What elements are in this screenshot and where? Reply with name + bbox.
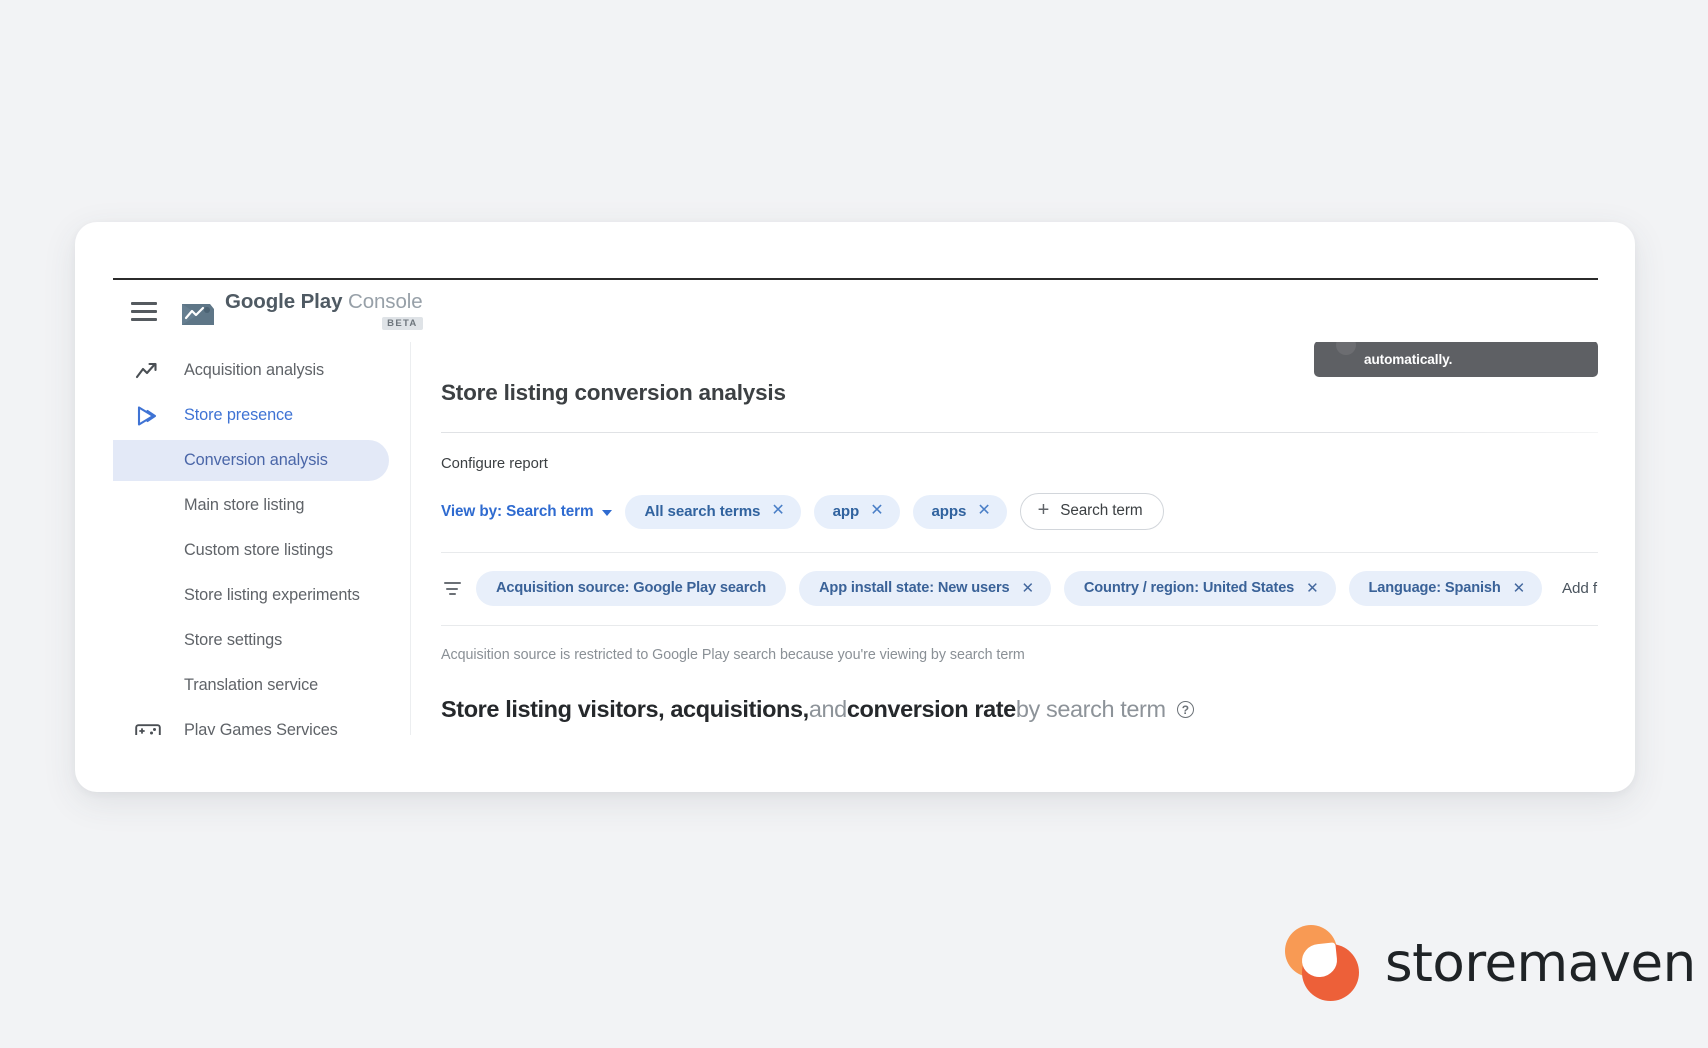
hamburger-menu-icon[interactable] <box>131 301 157 321</box>
close-icon[interactable]: ✕ <box>1021 581 1034 596</box>
term-chip-app[interactable]: app ✕ <box>813 494 900 529</box>
add-search-term-button[interactable]: + Search term <box>1019 493 1165 530</box>
close-icon[interactable]: ✕ <box>1306 581 1319 596</box>
play-triangle-icon <box>135 405 161 427</box>
filter-chip-app-install-state[interactable]: App install state: New users ✕ <box>799 571 1051 606</box>
google-play-console-logo[interactable]: Google Play Console BETA <box>180 290 423 330</box>
snackbar-tooltip: automatically. <box>1314 342 1598 377</box>
add-search-term-label: Search term <box>1060 502 1143 519</box>
sidebar-item-store-listing-experiments[interactable]: Store listing experiments <box>113 575 410 616</box>
sidebar-item-store-settings[interactable]: Store settings <box>113 620 410 661</box>
close-icon[interactable]: ✕ <box>771 503 784 519</box>
filter-chip-language[interactable]: Language: Spanish ✕ <box>1348 571 1543 606</box>
heading-part-3: conversion rate <box>846 696 1016 722</box>
snackbar-decoration-icon <box>1336 342 1356 355</box>
view-by-row: View by: Search term All search terms ✕ … <box>411 472 1598 530</box>
term-chip-all-search-terms[interactable]: All search terms ✕ <box>625 494 801 529</box>
main-content: automatically. Store listing conversion … <box>411 342 1598 735</box>
view-by-label: View by: Search term <box>441 502 594 520</box>
filter-chip-label: Country / region: United States <box>1083 580 1295 596</box>
trend-up-icon <box>135 360 161 382</box>
sidebar-item-label: Store listing experiments <box>184 586 360 604</box>
sidebar-item-custom-store-listings[interactable]: Custom store listings <box>113 530 410 571</box>
sidebar-item-label: Store settings <box>184 631 283 649</box>
plus-icon: + <box>1037 499 1050 521</box>
chip-label: apps <box>931 502 967 520</box>
sidebar-item-acquisition-analysis[interactable]: Acquisition analysis <box>113 350 410 391</box>
storemaven-circles-icon <box>1283 925 1359 1001</box>
beta-badge: BETA <box>382 316 423 330</box>
close-icon[interactable]: ✕ <box>1513 581 1526 596</box>
close-icon[interactable]: ✕ <box>977 503 990 519</box>
sidebar-item-label: Play Games Services <box>184 721 338 735</box>
storemaven-wordmark: storemaven <box>1385 932 1696 994</box>
filter-chip-label: Language: Spanish <box>1368 580 1501 596</box>
add-filter-button[interactable]: Add filter <box>1555 580 1598 597</box>
chip-label: All search terms <box>644 502 761 520</box>
brand-primary: Google Play <box>225 290 343 313</box>
brand-secondary: Console <box>348 290 423 313</box>
sidebar-item-store-presence[interactable]: Store presence <box>113 395 410 436</box>
filters-row: Acquisition source: Google Play search A… <box>411 553 1598 606</box>
help-circle-icon[interactable]: ? <box>1176 701 1194 718</box>
filter-chip-label: App install state: New users <box>819 580 1010 596</box>
sidebar-item-conversion-analysis[interactable]: Conversion analysis <box>113 440 389 481</box>
sidebar-item-translation-service[interactable]: Translation service <box>113 665 410 706</box>
chevron-down-icon <box>602 509 613 516</box>
close-icon[interactable]: ✕ <box>870 503 883 519</box>
heading-part-4: by search term <box>1015 696 1166 722</box>
snackbar-text: automatically. <box>1364 351 1453 367</box>
sidebar-item-play-games-services[interactable]: Play Games Services <box>113 710 410 735</box>
gamepad-icon <box>135 720 161 735</box>
sidebar: Acquisition analysis Store presence Conv… <box>113 342 411 735</box>
google-play-console-window: Google Play Console BETA Acquisition ana… <box>113 278 1598 735</box>
brand-wordmark: Google Play Console BETA <box>225 290 423 330</box>
sidebar-item-label: Custom store listings <box>184 541 334 559</box>
google-play-console-logo-icon <box>180 300 216 330</box>
sidebar-item-label: Store presence <box>184 406 294 424</box>
acquisition-source-note: Acquisition source is restricted to Goog… <box>441 647 1025 663</box>
heading-part-2: and <box>808 696 847 722</box>
sidebar-item-label: Acquisition analysis <box>184 361 325 379</box>
chart-section-heading: Store listing visitors, acquisitions, an… <box>411 663 1598 723</box>
term-chip-apps[interactable]: apps ✕ <box>912 494 1007 529</box>
sidebar-item-label: Main store listing <box>184 496 305 514</box>
filter-icon[interactable] <box>441 579 463 599</box>
filter-chip-label: Acquisition source: Google Play search <box>496 580 767 596</box>
sidebar-item-main-store-listing[interactable]: Main store listing <box>113 485 410 526</box>
configure-report-label: Configure report <box>441 456 548 472</box>
sidebar-item-label: Conversion analysis <box>184 451 328 469</box>
storemaven-branding: storemaven <box>1283 925 1696 1001</box>
filter-chip-acquisition-source[interactable]: Acquisition source: Google Play search <box>476 571 787 606</box>
heading-part-1: Store listing visitors, acquisitions, <box>441 696 809 722</box>
view-by-dropdown[interactable]: View by: Search term <box>441 502 613 521</box>
sidebar-item-label: Translation service <box>184 676 319 694</box>
chip-label: app <box>832 502 860 520</box>
app-bar: Google Play Console BETA <box>113 280 1598 342</box>
filter-chip-country-region[interactable]: Country / region: United States ✕ <box>1063 571 1336 606</box>
